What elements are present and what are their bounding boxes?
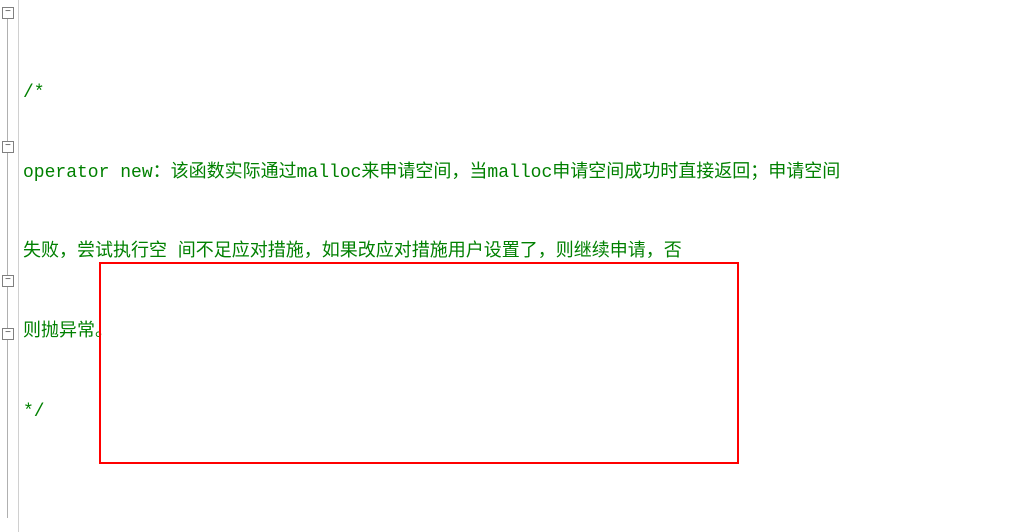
- comment-text: operator new：该函数实际通过malloc来申请空间，当malloc申…: [23, 163, 840, 183]
- fold-line: [7, 19, 8, 143]
- comment-text: 则抛异常。: [23, 322, 113, 342]
- fold-gutter: [0, 0, 19, 532]
- fold-toggle-icon[interactable]: [2, 328, 14, 340]
- fold-toggle-icon[interactable]: [2, 141, 14, 153]
- fold-toggle-icon[interactable]: [2, 7, 14, 19]
- code-editor: /* operator new：该函数实际通过malloc来申请空间，当mall…: [0, 0, 1011, 532]
- fold-line: [7, 153, 8, 281]
- fold-toggle-icon[interactable]: [2, 275, 14, 287]
- fold-line: [7, 340, 8, 518]
- comment-text: /*: [23, 83, 45, 103]
- code-area: /* operator new：该函数实际通过malloc来申请空间，当mall…: [19, 0, 1011, 532]
- highlight-rectangle: [99, 262, 739, 464]
- comment-text: 失败，尝试执行空 间不足应对措施，如果改应对措施用户设置了，则继续申请，否: [23, 242, 682, 262]
- comment-text: */: [23, 402, 45, 422]
